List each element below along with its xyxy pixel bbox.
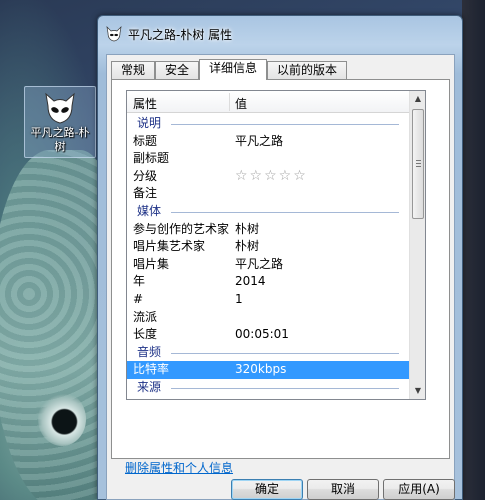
title-bar[interactable]: 平凡之路-朴树 属性 <box>98 16 462 52</box>
window-title: 平凡之路-朴树 属性 <box>128 28 233 42</box>
table-row[interactable]: 参与创作的艺术家 朴树 <box>127 221 409 239</box>
desktop-icon-music-file[interactable]: 平凡之路-朴树 <box>24 86 96 158</box>
column-separator[interactable] <box>229 93 230 111</box>
details-rows: 说明 标题 平凡之路 副标题 分级 ☆☆☆☆☆ 备注 媒体 参与创作的艺术家 朴… <box>127 115 409 397</box>
group-header-audio: 音频 <box>127 344 409 362</box>
scroll-thumb[interactable] <box>412 109 424 219</box>
table-row[interactable]: 标题 平凡之路 <box>127 133 409 151</box>
scroll-up-arrow-icon[interactable]: ▲ <box>410 91 425 107</box>
desktop-right-edge <box>462 0 485 500</box>
properties-window: 平凡之路-朴树 属性 常规 安全 详细信息 以前的版本 属性 值 说明 标题 平… <box>97 15 463 500</box>
dialog-body: 常规 安全 详细信息 以前的版本 属性 值 说明 标题 平凡之路 副标题 分级 … <box>106 54 455 500</box>
table-row[interactable]: 副标题 <box>127 150 409 168</box>
table-row-selected[interactable]: 比特率 320kbps <box>127 361 409 379</box>
tab-previous-versions[interactable]: 以前的版本 <box>267 61 347 79</box>
details-list[interactable]: 属性 值 说明 标题 平凡之路 副标题 分级 ☆☆☆☆☆ 备注 媒体 参与创作的… <box>126 90 426 400</box>
vertical-scrollbar[interactable]: ▲ ▼ <box>409 91 425 399</box>
list-header: 属性 值 <box>127 91 409 113</box>
table-row[interactable]: 唱片集艺术家 朴树 <box>127 238 409 256</box>
alien-icon <box>106 26 122 42</box>
table-row[interactable]: # 1 <box>127 291 409 309</box>
table-row[interactable]: 流派 <box>127 309 409 327</box>
table-row[interactable]: 长度 00:05:01 <box>127 326 409 344</box>
table-row[interactable]: 备注 <box>127 185 409 203</box>
details-panel: 属性 值 说明 标题 平凡之路 副标题 分级 ☆☆☆☆☆ 备注 媒体 参与创作的… <box>111 79 450 459</box>
table-row[interactable]: 唱片集 平凡之路 <box>127 256 409 274</box>
group-header-description: 说明 <box>127 115 409 133</box>
grip-icon <box>416 160 421 167</box>
ok-button[interactable]: 确定 <box>231 479 303 500</box>
table-row[interactable]: 分级 ☆☆☆☆☆ <box>127 168 409 186</box>
rating-stars[interactable]: ☆☆☆☆☆ <box>235 168 308 186</box>
tab-security[interactable]: 安全 <box>155 61 199 79</box>
alien-icon <box>45 92 75 124</box>
apply-button[interactable]: 应用(A) <box>383 479 455 500</box>
tab-details[interactable]: 详细信息 <box>199 59 267 80</box>
cancel-button[interactable]: 取消 <box>307 479 379 500</box>
desktop-icon-label: 平凡之路-朴树 <box>30 126 90 153</box>
column-header-value[interactable]: 值 <box>235 95 247 112</box>
table-row[interactable]: 年 2014 <box>127 273 409 291</box>
column-header-property[interactable]: 属性 <box>133 95 157 112</box>
tab-general[interactable]: 常规 <box>111 61 155 79</box>
remove-properties-link[interactable]: 删除属性和个人信息 <box>125 459 233 476</box>
group-header-media: 媒体 <box>127 203 409 221</box>
group-header-origin: 来源 <box>127 379 409 397</box>
wallpaper-eye <box>38 392 86 446</box>
scroll-down-arrow-icon[interactable]: ▼ <box>410 383 425 399</box>
